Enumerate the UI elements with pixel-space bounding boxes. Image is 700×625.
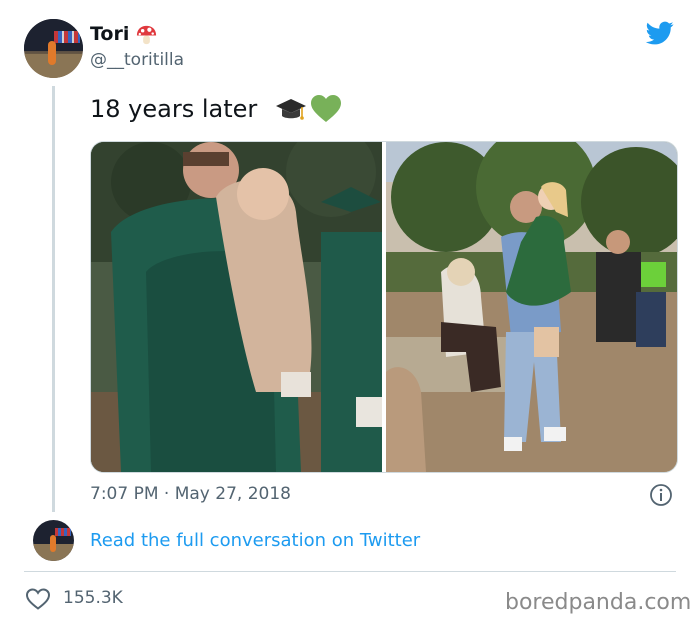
tweet-card: Tori @__toritilla 18 years later 7:07 PM… xyxy=(0,0,700,625)
avatar-lights xyxy=(54,31,80,43)
heart-outline-icon[interactable] xyxy=(25,587,51,611)
watermark: boredpanda.com xyxy=(505,590,692,615)
avatar-person xyxy=(50,535,56,552)
avatar-lights xyxy=(55,528,71,536)
tweet-media[interactable] xyxy=(90,141,678,473)
green-heart-icon xyxy=(311,95,341,122)
twitter-bird-icon[interactable] xyxy=(644,19,676,47)
right-photo[interactable] xyxy=(386,142,677,472)
small-avatar[interactable] xyxy=(33,520,74,561)
info-icon[interactable] xyxy=(649,483,673,507)
author-handle[interactable]: @__toritilla xyxy=(90,50,184,70)
thread-line xyxy=(52,86,55,512)
mushroom-icon xyxy=(136,25,157,45)
tweet-text: 18 years later xyxy=(90,95,258,123)
author-avatar[interactable] xyxy=(24,19,83,78)
avatar-person xyxy=(48,41,56,65)
author-name[interactable]: Tori xyxy=(90,23,129,45)
like-count[interactable]: 155.3K xyxy=(63,588,123,608)
tweet-timestamp[interactable]: 7:07 PM · May 27, 2018 xyxy=(90,484,291,504)
graduation-cap-icon xyxy=(276,99,306,120)
divider xyxy=(24,571,676,572)
left-photo[interactable] xyxy=(91,142,382,472)
read-full-conversation-link[interactable]: Read the full conversation on Twitter xyxy=(90,530,420,551)
